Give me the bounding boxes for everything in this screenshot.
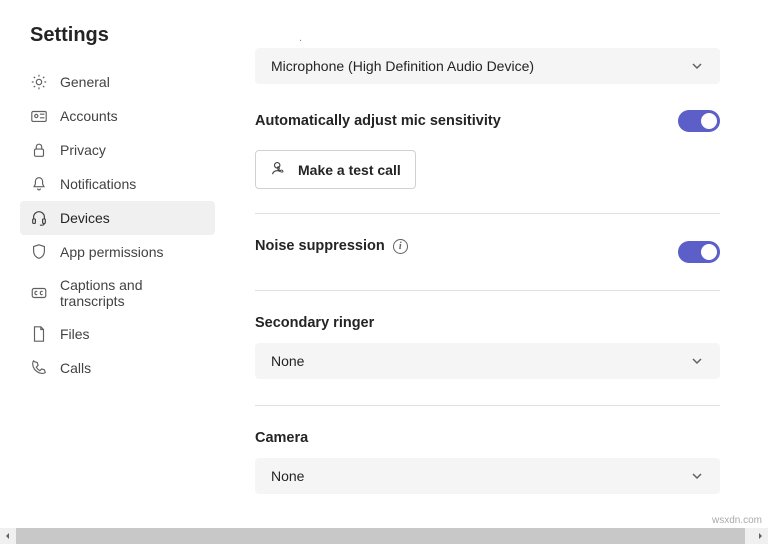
scrollbar-thumb[interactable] (16, 528, 745, 544)
chevron-down-icon (690, 354, 704, 368)
sidebar-item-label: Calls (60, 360, 91, 376)
sidebar-item-devices[interactable]: Devices (20, 201, 215, 235)
page-title: Settings (20, 24, 215, 47)
scrollbar-track[interactable] (16, 528, 752, 544)
headset-icon (30, 209, 48, 227)
divider (255, 290, 720, 291)
sidebar-item-label: Devices (60, 210, 110, 226)
auto-mic-row: Automatically adjust mic sensitivity (255, 110, 720, 132)
camera-label: Camera (255, 430, 720, 446)
scroll-right-arrow[interactable] (752, 528, 768, 544)
info-icon[interactable]: i (393, 239, 408, 254)
chevron-down-icon (690, 59, 704, 73)
divider (255, 405, 720, 406)
main-panel: . Microphone (High Definition Audio Devi… (225, 0, 768, 528)
sidebar-item-label: Privacy (60, 142, 106, 158)
sidebar: Settings General Accounts Privacy Notifi… (0, 0, 225, 528)
lock-icon (30, 141, 48, 159)
person-call-icon (270, 159, 288, 180)
sidebar-item-privacy[interactable]: Privacy (20, 133, 215, 167)
noise-suppression-row: Noise suppression i (255, 238, 720, 266)
camera-select[interactable]: None (255, 458, 720, 494)
accounts-icon (30, 107, 48, 125)
sidebar-item-app-permissions[interactable]: App permissions (20, 235, 215, 269)
scroll-left-arrow[interactable] (0, 528, 16, 544)
noise-suppression-label: Noise suppression i (255, 238, 408, 254)
sidebar-item-label: Accounts (60, 108, 118, 124)
sidebar-item-general[interactable]: General (20, 65, 215, 99)
horizontal-scrollbar[interactable] (0, 528, 768, 544)
sidebar-item-accounts[interactable]: Accounts (20, 99, 215, 133)
gear-icon (30, 73, 48, 91)
button-label: Make a test call (298, 162, 401, 178)
shield-icon (30, 243, 48, 261)
sidebar-item-label: Captions and transcripts (60, 277, 205, 309)
truncated-indicator: . (299, 32, 720, 44)
phone-icon (30, 359, 48, 377)
sidebar-item-notifications[interactable]: Notifications (20, 167, 215, 201)
auto-mic-toggle[interactable] (678, 110, 720, 132)
auto-mic-label: Automatically adjust mic sensitivity (255, 113, 501, 129)
test-call-button[interactable]: Make a test call (255, 150, 416, 189)
captions-icon (30, 284, 48, 302)
sidebar-item-calls[interactable]: Calls (20, 351, 215, 385)
watermark: wsxdn.com (712, 515, 762, 526)
file-icon (30, 325, 48, 343)
sidebar-item-label: Files (60, 326, 90, 342)
divider (255, 213, 720, 214)
sidebar-item-label: Notifications (60, 176, 136, 192)
sidebar-item-files[interactable]: Files (20, 317, 215, 351)
chevron-down-icon (690, 469, 704, 483)
secondary-ringer-select[interactable]: None (255, 343, 720, 379)
sidebar-item-label: App permissions (60, 244, 164, 260)
secondary-ringer-label: Secondary ringer (255, 315, 720, 331)
select-value: None (271, 353, 304, 369)
select-value: Microphone (High Definition Audio Device… (271, 58, 534, 74)
sidebar-item-captions[interactable]: Captions and transcripts (20, 269, 215, 317)
sidebar-item-label: General (60, 74, 110, 90)
bell-icon (30, 175, 48, 193)
noise-suppression-toggle[interactable] (678, 241, 720, 263)
select-value: None (271, 468, 304, 484)
microphone-select[interactable]: Microphone (High Definition Audio Device… (255, 48, 720, 84)
